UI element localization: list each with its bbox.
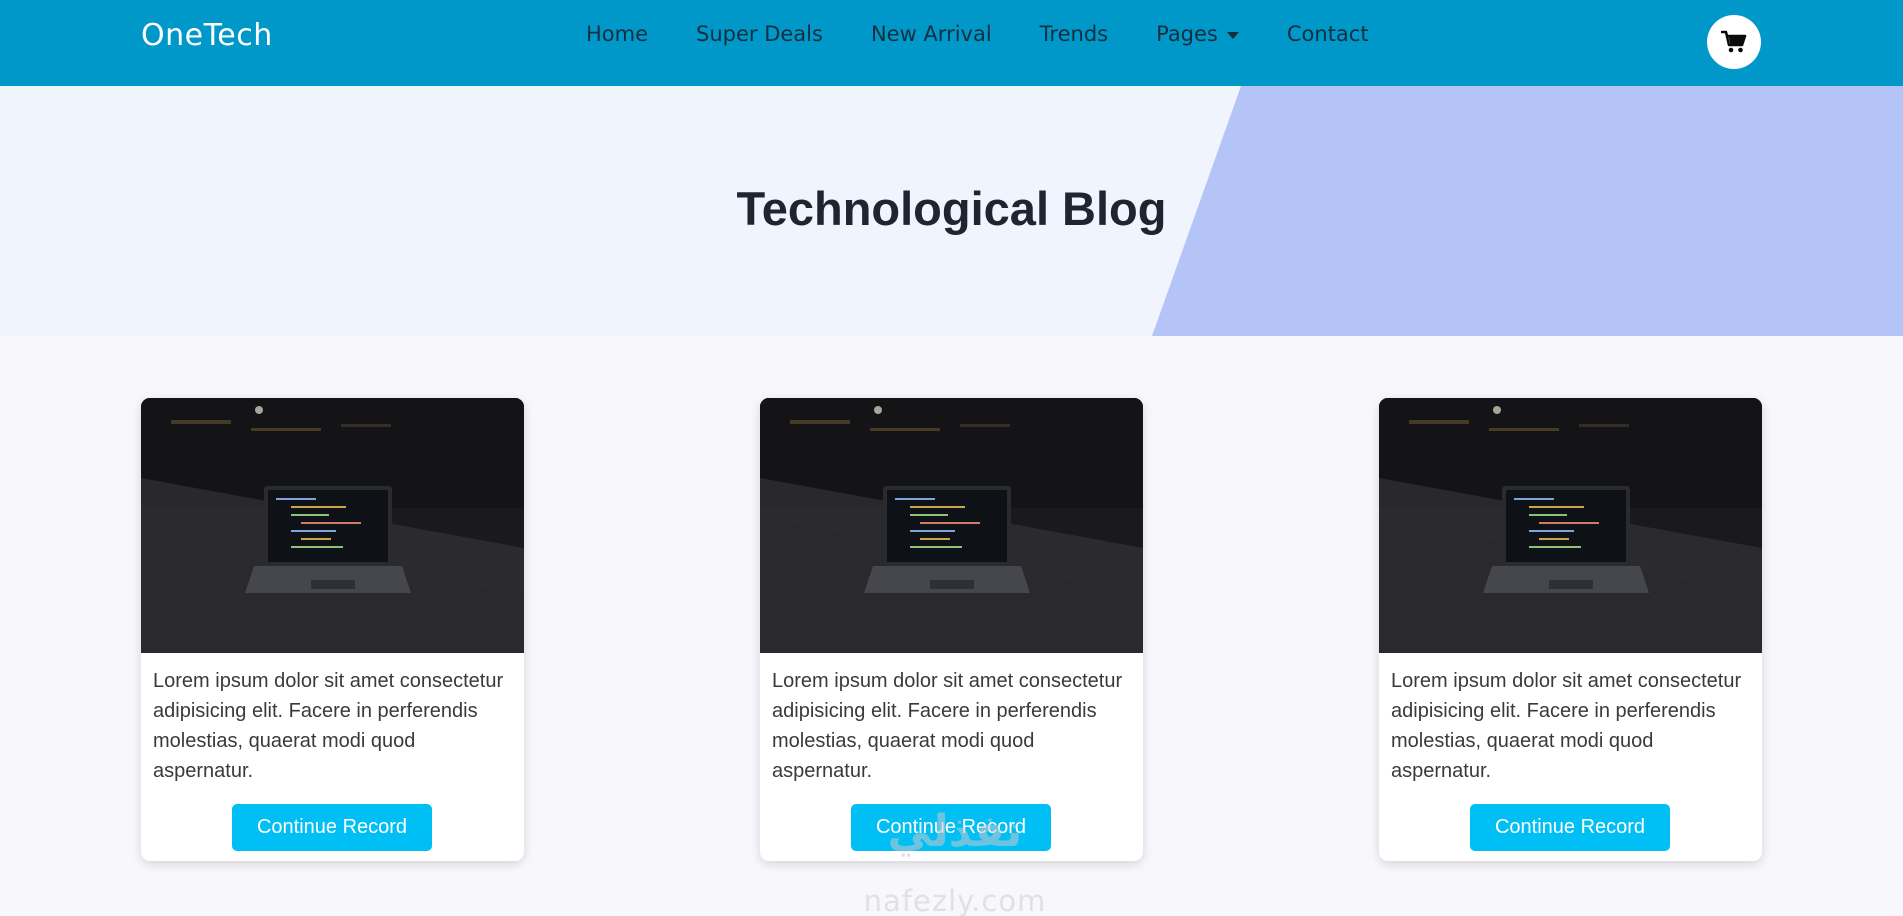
nav-link-pages-dropdown[interactable]: Pages: [1156, 22, 1239, 46]
nav-link-trends[interactable]: Trends: [1040, 22, 1108, 46]
blog-card: Lorem ipsum dolor sit amet consectetur a…: [141, 398, 524, 861]
hero-banner: Technological Blog: [0, 86, 1903, 336]
card-text: Lorem ipsum dolor sit amet consectetur a…: [772, 670, 1123, 782]
continue-record-button[interactable]: Continue Record: [232, 804, 432, 851]
nav-link-contact[interactable]: Contact: [1287, 22, 1369, 46]
nav-link-pages-label: Pages: [1156, 22, 1218, 46]
cart-button[interactable]: [1707, 15, 1761, 69]
caret-down-icon: [1226, 31, 1239, 39]
nav-link-super-deals[interactable]: Super Deals: [696, 22, 823, 46]
blog-card: Lorem ipsum dolor sit amet consectetur a…: [1379, 398, 1762, 861]
laptop-photo: [141, 398, 524, 653]
nav-links: Home Super Deals New Arrival Trends Page…: [586, 22, 1369, 46]
shopping-cart-icon: [1721, 30, 1747, 53]
laptop-photo: [760, 398, 1143, 653]
nav-link-new-arrival[interactable]: New Arrival: [871, 22, 992, 46]
continue-record-button[interactable]: Continue Record: [851, 804, 1051, 851]
watermark-text: nafezly.com: [863, 884, 1047, 916]
card-text: Lorem ipsum dolor sit amet consectetur a…: [1391, 670, 1742, 782]
continue-record-button[interactable]: Continue Record: [1470, 804, 1670, 851]
blog-card: Lorem ipsum dolor sit amet consectetur a…: [760, 398, 1143, 861]
laptop-photo: [1379, 398, 1762, 653]
navbar: OneTech Home Super Deals New Arrival Tre…: [0, 0, 1903, 86]
page-title: Technological Blog: [736, 182, 1167, 235]
card-text: Lorem ipsum dolor sit amet consectetur a…: [153, 670, 504, 782]
nav-link-home[interactable]: Home: [586, 22, 648, 46]
brand-logo[interactable]: OneTech: [141, 18, 273, 53]
